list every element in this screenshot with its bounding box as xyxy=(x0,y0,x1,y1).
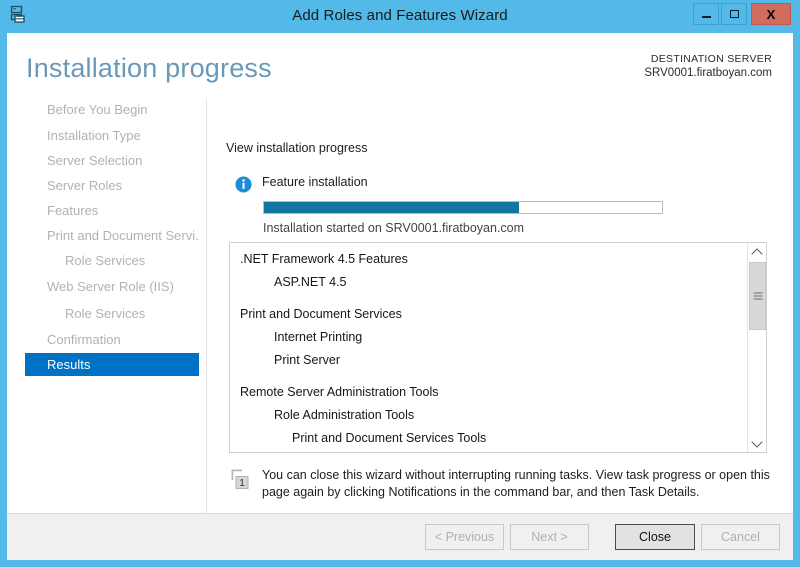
wizard-step-nav: Before You Begin Installation Type Server … xyxy=(7,96,199,513)
info-icon xyxy=(235,176,252,193)
sidebar-item-confirmation[interactable]: Confirmation xyxy=(25,328,199,351)
maximize-icon xyxy=(729,10,739,18)
installation-status-text: Installation started on SRV0001.firatboy… xyxy=(263,221,525,235)
cancel-button[interactable]: Cancel xyxy=(701,524,780,550)
scroll-down-button[interactable] xyxy=(748,434,766,452)
sidebar-item-label: Server Selection xyxy=(47,153,143,168)
view-progress-label: View installation progress xyxy=(226,141,368,155)
sidebar-item-label: Print and Document Servi... xyxy=(47,228,199,243)
close-window-button[interactable]: X xyxy=(751,3,791,25)
sidebar-item-label: Results xyxy=(47,357,91,372)
sidebar-item-label: Role Services xyxy=(65,253,146,268)
main-content: View installation progress Feature insta… xyxy=(206,96,793,530)
sidebar-item-server-roles[interactable]: Server Roles xyxy=(25,174,199,197)
sidebar-item-results[interactable]: Results xyxy=(25,353,199,376)
page-header: Installation progress DESTINATION SERVER… xyxy=(7,33,793,96)
list-item: Remote Server Administration Tools xyxy=(240,385,439,399)
close-wizard-note: You can close this wizard without interr… xyxy=(262,468,770,499)
sidebar-item-print-and-document-servi[interactable]: Print and Document Servi... xyxy=(25,224,199,247)
list-item: Internet Printing xyxy=(274,330,363,344)
list-item: .NET Framework 4.5 Features xyxy=(240,252,408,266)
sidebar-item-label: Features xyxy=(47,203,99,218)
title-bar: Add Roles and Features Wizard X xyxy=(0,0,800,31)
maximize-button[interactable] xyxy=(721,3,747,25)
client-area: Installation progress DESTINATION SERVER… xyxy=(7,33,793,560)
list-item: Print and Document Services Tools xyxy=(292,431,487,445)
feature-installation-label: Feature installation xyxy=(262,175,368,189)
scroll-up-button[interactable] xyxy=(748,243,766,261)
destination-server-label: DESTINATION SERVER xyxy=(650,53,772,65)
installation-progress-bar xyxy=(263,201,663,214)
wizard-window: Add Roles and Features Wizard X Installa… xyxy=(0,0,800,567)
sidebar-item-label: Role Services xyxy=(65,306,146,321)
wizard-footer: < Previous Next > Close Cancel xyxy=(7,513,793,560)
sidebar-item-server-selection[interactable]: Server Selection xyxy=(25,149,199,172)
sidebar-item-before-you-begin[interactable]: Before You Begin xyxy=(25,98,199,121)
sidebar-item-features[interactable]: Features xyxy=(25,199,199,222)
destination-server-block: DESTINATION SERVER SRV0001.firatboyan.co… xyxy=(644,52,772,81)
list-item: Role Administration Tools xyxy=(274,408,415,422)
previous-button[interactable]: < Previous xyxy=(425,524,504,550)
results-list-scrollbar[interactable] xyxy=(747,243,766,452)
svg-text:1: 1 xyxy=(239,478,245,489)
list-item: Print and Document Services xyxy=(240,307,402,321)
sidebar-item-label: Installation Type xyxy=(47,128,141,143)
chevron-up-icon xyxy=(751,247,763,260)
chevron-down-icon xyxy=(751,435,763,448)
list-item: Print Server xyxy=(274,353,340,367)
sidebar-item-web-server-role-iis[interactable]: Web Server Role (IIS) xyxy=(25,275,199,298)
sidebar-item-label: Confirmation xyxy=(47,332,121,347)
next-button[interactable]: Next > xyxy=(510,524,589,550)
notification-flag-icon: 1 xyxy=(230,468,251,490)
sidebar-item-label: Web Server Role (IIS) xyxy=(47,279,174,294)
sidebar-item-label: Before You Begin xyxy=(47,102,148,117)
scrollbar-thumb[interactable] xyxy=(749,262,766,330)
sidebar-item-label: Server Roles xyxy=(47,178,123,193)
sidebar-item-installation-type[interactable]: Installation Type xyxy=(25,124,199,147)
results-list-content: .NET Framework 4.5 Features ASP.NET 4.5 Pr… xyxy=(230,243,748,452)
close-button[interactable]: Close xyxy=(615,524,695,550)
window-title: Add Roles and Features Wizard xyxy=(292,7,508,24)
minimize-icon xyxy=(701,16,711,18)
list-item: ASP.NET 4.5 xyxy=(274,275,347,289)
minimize-button[interactable] xyxy=(693,3,719,25)
sidebar-item-role-services[interactable]: Role Services xyxy=(25,249,199,272)
destination-server-name: SRV0001.firatboyan.com xyxy=(644,67,772,79)
sidebar-item-role-services[interactable]: Role Services xyxy=(25,302,199,325)
progress-fill xyxy=(264,202,519,213)
scrollbar-grip-icon xyxy=(753,292,762,300)
installation-results-list[interactable]: .NET Framework 4.5 Features ASP.NET 4.5 Pr… xyxy=(229,242,767,453)
page-title: Installation progress xyxy=(26,53,272,83)
